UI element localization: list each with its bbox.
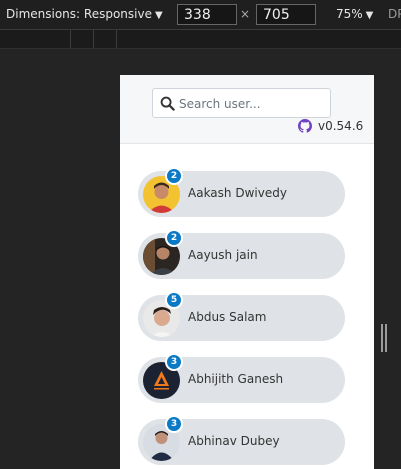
user-name: Abdus Salam <box>188 310 267 324</box>
caret-down-icon: ▼ <box>365 10 374 21</box>
user-item[interactable]: 5 Abdus Salam <box>138 291 345 341</box>
user-name: Abhijith Ganesh <box>188 372 284 386</box>
viewport-resize-handle[interactable] <box>381 324 387 352</box>
version-label: v0.54.6 <box>318 119 364 133</box>
search-input[interactable] <box>179 93 325 114</box>
user-name: Aayush jain <box>188 248 258 262</box>
times-separator: × <box>240 7 251 21</box>
viewport-height-input[interactable] <box>256 4 316 25</box>
github-icon[interactable] <box>298 119 312 133</box>
dimensions-dropdown[interactable]: Dimensions: Responsive ▼ <box>6 7 163 21</box>
count-badge: 2 <box>165 229 183 247</box>
devtools-toolbar: Dimensions: Responsive▼ × 75%▼ DP <box>0 0 401 30</box>
count-badge: 2 <box>165 167 183 185</box>
user-name: Abhinav Dubey <box>188 434 280 448</box>
ruler-tick <box>93 30 94 48</box>
emulated-viewport: v0.54.6 2 Aakash Dwivedy <box>120 75 374 469</box>
zoom-dropdown[interactable]: 75% ▼ <box>336 7 373 21</box>
ruler-tick <box>116 30 117 48</box>
count-badge: 5 <box>165 291 183 309</box>
media-query-ruler <box>0 30 401 49</box>
search-icon <box>160 96 175 111</box>
count-badge: 3 <box>165 353 183 371</box>
ruler-tick <box>70 30 71 48</box>
user-name: Aakash Dwivedy <box>188 186 287 200</box>
dpr-dropdown[interactable]: DP <box>388 7 401 21</box>
zoom-label: 75% <box>336 7 363 21</box>
viewport-width-input[interactable] <box>177 4 237 25</box>
user-item[interactable]: 3 Abhinav Dubey <box>138 415 345 465</box>
user-item[interactable]: 2 Aayush jain <box>138 229 345 279</box>
user-item[interactable]: 3 Abhijith Ganesh <box>138 353 345 403</box>
dimensions-label: Dimensions: Responsive <box>6 7 152 21</box>
count-badge: 3 <box>165 415 183 433</box>
search-box[interactable] <box>152 88 331 118</box>
app-header: v0.54.6 <box>120 75 374 144</box>
user-item[interactable]: 2 Aakash Dwivedy <box>138 167 345 217</box>
caret-down-icon: ▼ <box>154 10 163 21</box>
